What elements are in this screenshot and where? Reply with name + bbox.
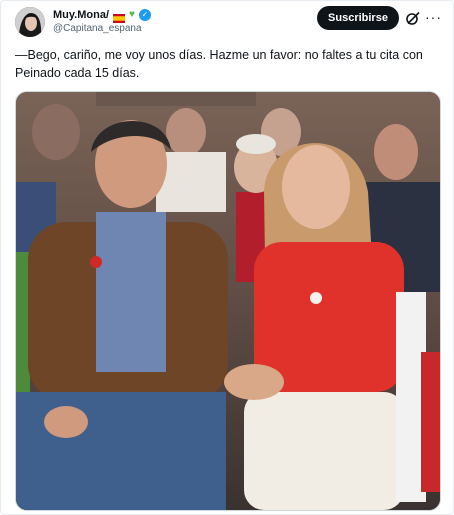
tweet-text: —Bego, cariño, me voy unos días. Hazme u… — [15, 48, 423, 80]
tweet-photo[interactable] — [15, 91, 441, 511]
avatar[interactable] — [15, 7, 45, 37]
grok-icon[interactable] — [405, 10, 421, 26]
subscribe-button[interactable]: Suscribirse — [317, 6, 399, 30]
more-icon[interactable]: ··· — [425, 9, 442, 25]
green-heart-icon: ♥ — [129, 8, 135, 20]
author-row: Muy.Mona/ ♥ ✓ — [53, 7, 151, 23]
spain-flag-icon — [113, 10, 126, 23]
author-handle[interactable]: @Capitana_espana — [53, 23, 142, 34]
verified-icon: ✓ — [138, 8, 151, 21]
tweet-card: Muy.Mona/ ♥ ✓ @Capitana_espana Suscribir… — [0, 0, 454, 515]
author-name[interactable]: Muy.Mona/ — [53, 9, 109, 21]
